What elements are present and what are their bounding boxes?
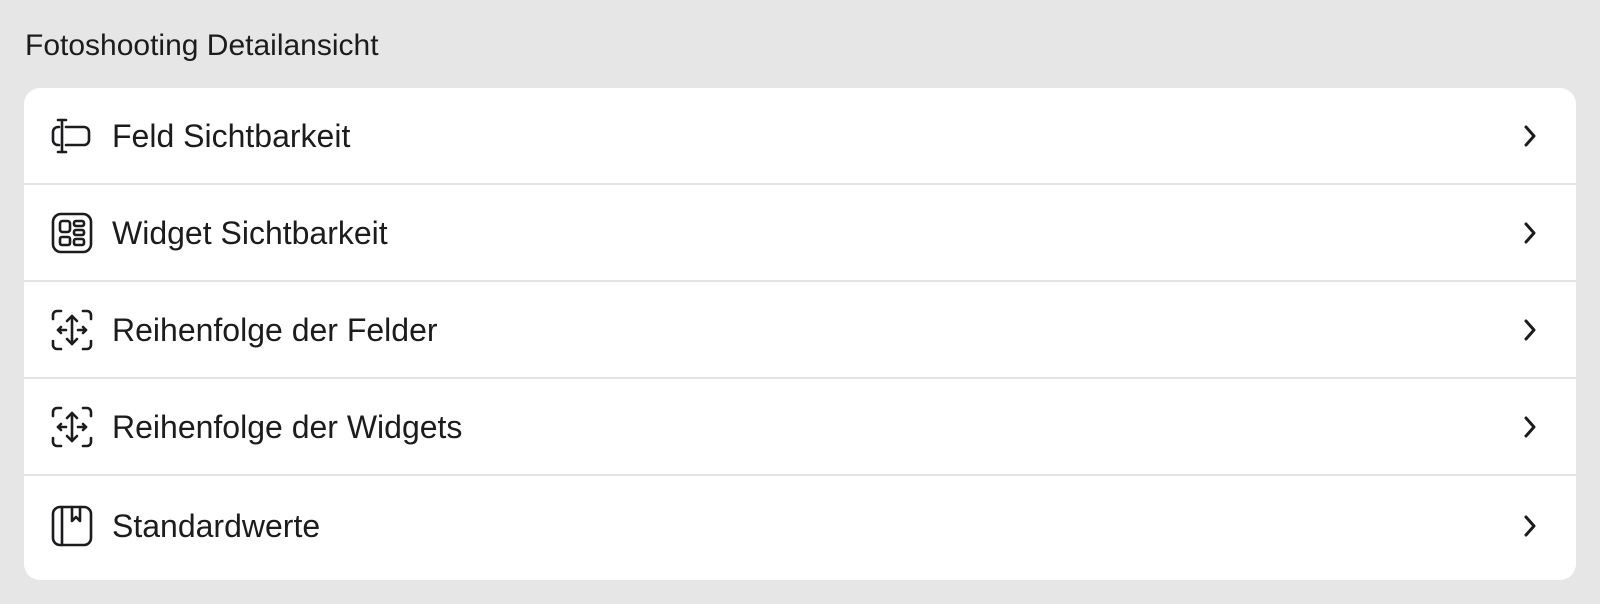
settings-list: Feld Sichtbarkeit Widget Sichtbarkeit Re…: [24, 88, 1576, 580]
section-title: Fotoshooting Detailansicht: [25, 29, 379, 62]
menu-item-label: Reihenfolge der Felder: [112, 311, 438, 348]
bookmark-book-icon: [50, 504, 94, 548]
chevron-right-icon: [1520, 413, 1540, 441]
menu-item-standardwerte[interactable]: Standardwerte: [24, 476, 1576, 576]
chevron-right-icon: [1520, 122, 1540, 150]
menu-item-feld-sichtbarkeit[interactable]: Feld Sichtbarkeit: [24, 88, 1576, 185]
chevron-right-icon: [1520, 316, 1540, 344]
menu-item-reihenfolge-widgets[interactable]: Reihenfolge der Widgets: [24, 379, 1576, 476]
menu-item-label: Widget Sichtbarkeit: [112, 214, 388, 251]
reorder-arrows-icon: [50, 308, 94, 352]
chevron-right-icon: [1520, 512, 1540, 540]
menu-item-label: Feld Sichtbarkeit: [112, 117, 351, 154]
reorder-arrows-icon: [50, 405, 94, 449]
menu-item-label: Standardwerte: [112, 508, 321, 544]
menu-item-reihenfolge-felder[interactable]: Reihenfolge der Felder: [24, 282, 1576, 379]
menu-item-widget-sichtbarkeit[interactable]: Widget Sichtbarkeit: [24, 185, 1576, 282]
text-field-visibility-icon: [50, 114, 94, 158]
menu-item-label: Reihenfolge der Widgets: [112, 408, 463, 445]
chevron-right-icon: [1520, 219, 1540, 247]
widget-grid-icon: [50, 211, 94, 255]
